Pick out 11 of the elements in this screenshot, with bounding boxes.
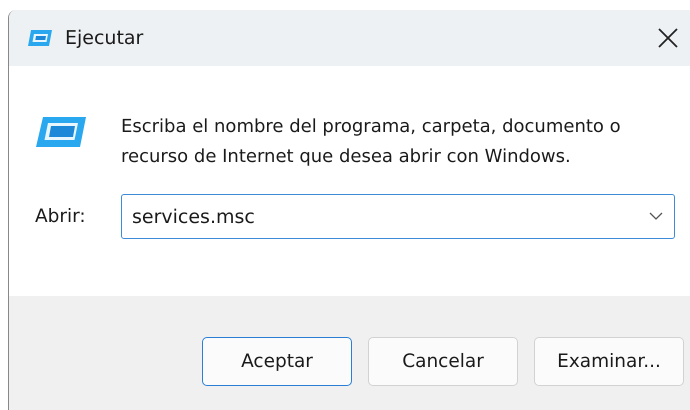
window-title: Ejecutar [65,27,144,49]
run-icon [35,116,87,148]
open-combo-box[interactable]: services.msc [121,194,675,239]
browse-button[interactable]: Examinar... [534,337,684,386]
run-icon [27,29,53,47]
chevron-down-icon[interactable] [649,212,663,220]
cancel-button[interactable]: Cancelar [368,337,518,386]
ok-button[interactable]: Aceptar [202,337,352,386]
open-label: Abrir: [35,206,87,227]
instruction-text: Escriba el nombre del programa, carpeta, documento o recurso de Internet que desea abrir con Windows. [121,115,622,169]
close-icon [657,27,679,49]
